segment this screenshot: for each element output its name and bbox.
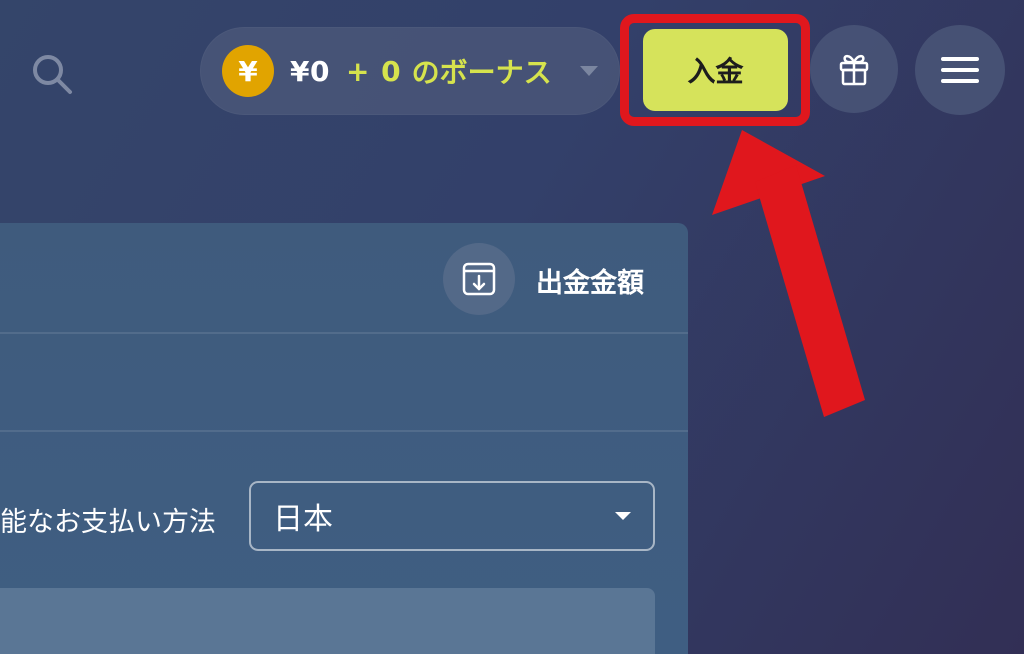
divider xyxy=(0,332,688,334)
bonus-group: + 0 のボーナス xyxy=(346,51,552,91)
gift-icon xyxy=(839,54,869,86)
currency-coin-icon: ¥ xyxy=(222,45,274,97)
bonus-label: のボーナス xyxy=(411,56,552,89)
withdraw-amount-label: 出金金額 xyxy=(536,268,644,299)
withdraw-icon xyxy=(462,262,496,296)
menu-button[interactable] xyxy=(915,25,1005,115)
country-select-value: 日本 xyxy=(273,502,333,537)
withdraw-icon-button[interactable] xyxy=(443,243,515,315)
country-select[interactable]: 日本 xyxy=(249,481,655,551)
panel-header: 出金金額 xyxy=(0,223,688,333)
divider xyxy=(0,430,688,432)
chevron-down-icon[interactable] xyxy=(580,66,598,76)
menu-icon xyxy=(941,57,979,83)
balance-pill[interactable]: ¥ ¥0 + 0 のボーナス xyxy=(200,27,620,115)
deposit-button[interactable]: 入金 xyxy=(643,29,788,111)
payment-methods-label: 能なお支払い方法 xyxy=(0,507,216,538)
bonus-amount: + 0 xyxy=(345,54,402,88)
red-arrow-annotation xyxy=(712,130,865,417)
payment-options-area xyxy=(0,588,655,654)
withdraw-panel: 出金金額 能なお支払い方法 日本 xyxy=(0,223,688,654)
search-icon[interactable] xyxy=(30,52,74,96)
balance-amount: ¥0 xyxy=(290,54,330,88)
chevron-down-icon xyxy=(615,512,631,520)
gift-button[interactable] xyxy=(810,25,898,113)
